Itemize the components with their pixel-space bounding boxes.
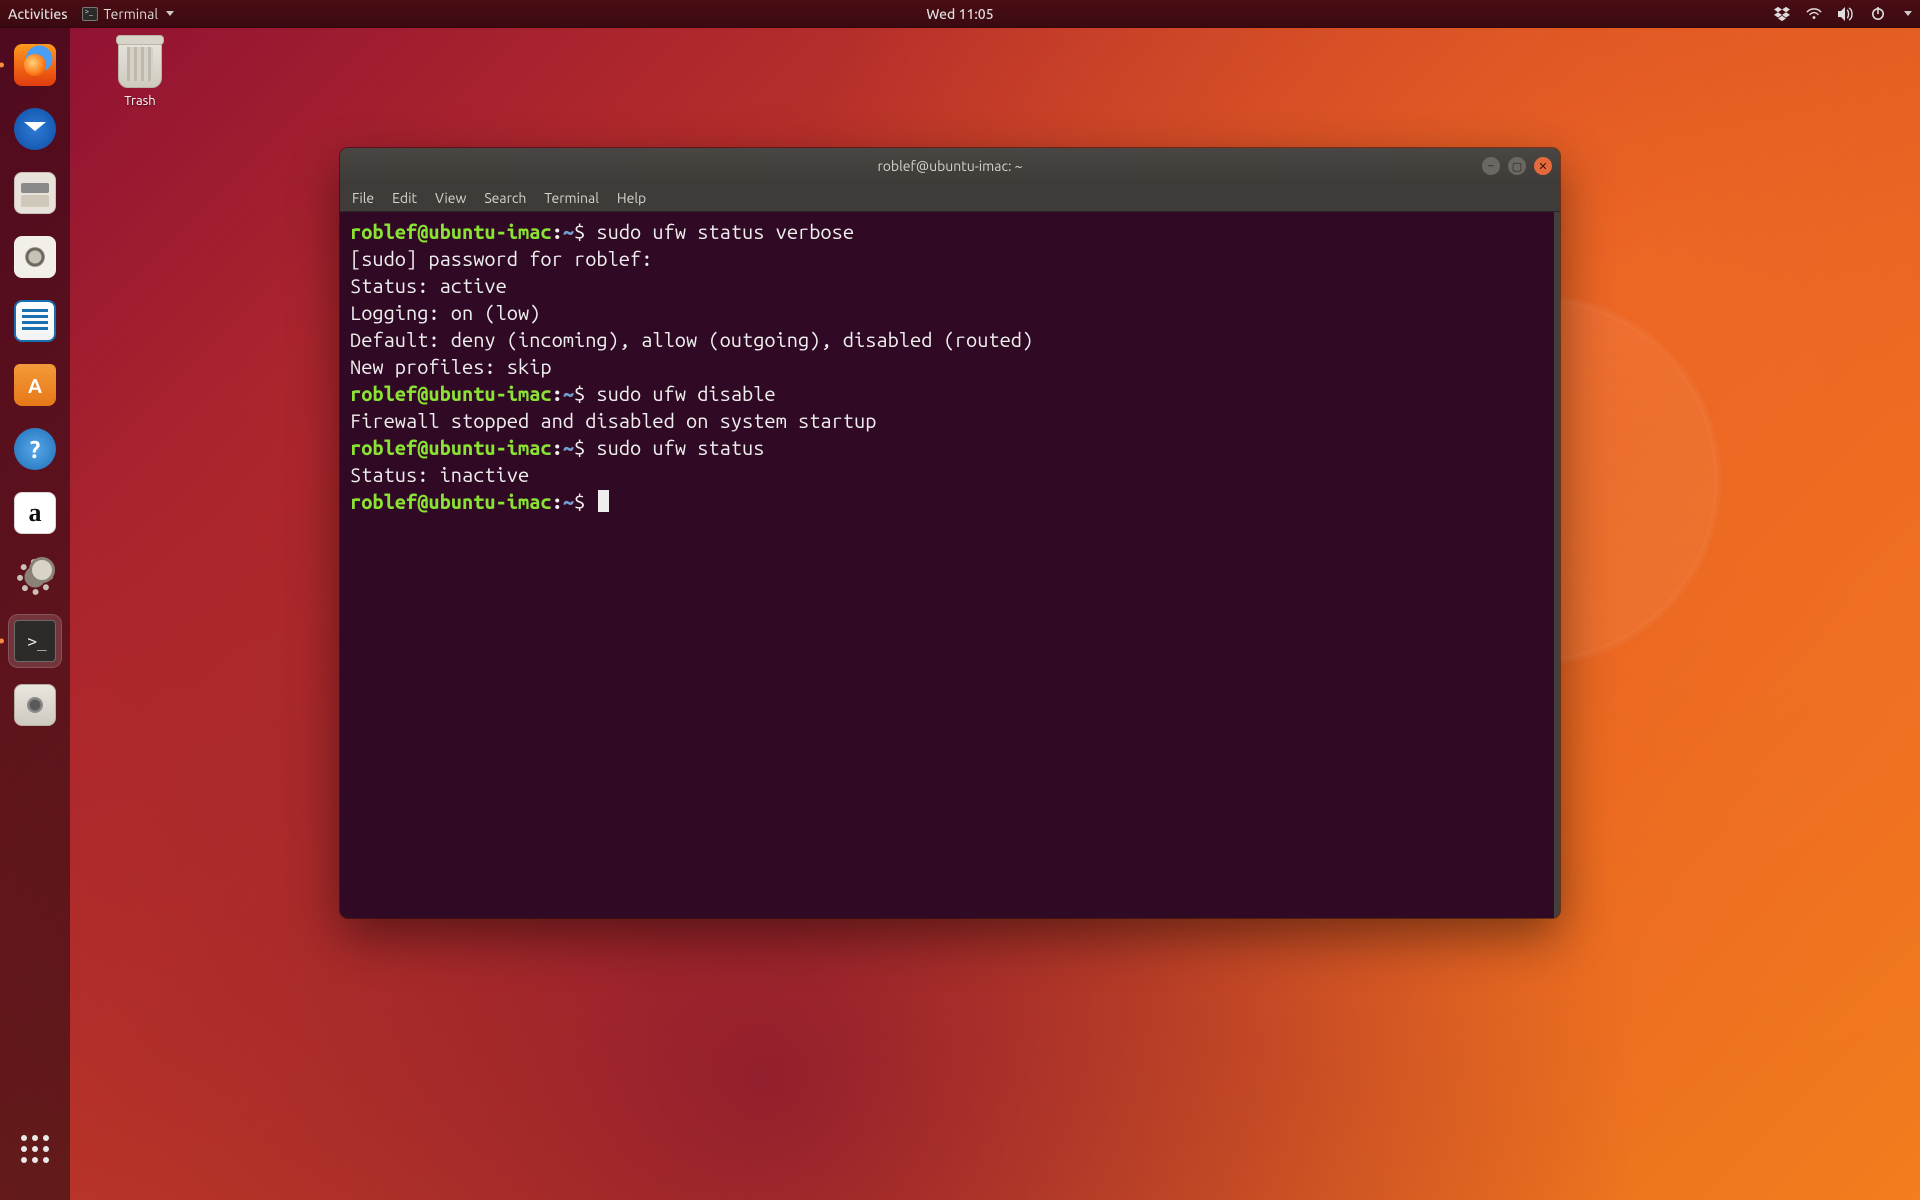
- desktop-icon-label: Trash: [95, 94, 185, 108]
- screenshot-icon: [14, 684, 56, 726]
- activities-button[interactable]: Activities: [8, 6, 68, 22]
- terminal-output-line: Default: deny (incoming), allow (outgoin…: [350, 326, 1544, 353]
- dock-item-libreoffice-writer[interactable]: [8, 294, 62, 348]
- dock: [0, 28, 70, 1200]
- menu-edit[interactable]: Edit: [392, 190, 417, 206]
- app-menu-label: Terminal: [104, 6, 159, 22]
- terminal-prompt-line: roblef@ubuntu-imac:~$: [350, 488, 1544, 515]
- volume-icon[interactable]: [1838, 6, 1854, 22]
- window-minimize-button[interactable]: –: [1482, 157, 1500, 175]
- dock-item-firefox[interactable]: [8, 38, 62, 92]
- menu-help[interactable]: Help: [617, 190, 646, 206]
- show-applications-button[interactable]: [8, 1122, 62, 1176]
- terminal-output-line: Firewall stopped and disabled on system …: [350, 407, 1544, 434]
- menu-view[interactable]: View: [435, 190, 466, 206]
- power-icon[interactable]: [1870, 6, 1886, 22]
- terminal-icon: [82, 7, 98, 21]
- dropbox-icon[interactable]: [1774, 6, 1790, 22]
- dock-item-help[interactable]: [8, 422, 62, 476]
- app-menu[interactable]: Terminal: [82, 6, 175, 22]
- dock-item-ubuntu-software[interactable]: [8, 358, 62, 412]
- files-icon: [14, 172, 56, 214]
- terminal-cursor: [598, 490, 609, 512]
- software-icon: [14, 364, 56, 406]
- menu-terminal[interactable]: Terminal: [544, 190, 599, 206]
- dock-item-screenshot[interactable]: [8, 678, 62, 732]
- menu-search[interactable]: Search: [484, 190, 526, 206]
- top-panel: Activities Terminal Wed 11:05: [0, 0, 1920, 28]
- menu-bar: File Edit View Search Terminal Help: [340, 184, 1560, 212]
- amazon-icon: [14, 492, 56, 534]
- help-icon: [14, 428, 56, 470]
- thunderbird-icon: [14, 108, 56, 150]
- terminal-body[interactable]: roblef@ubuntu-imac:~$ sudo ufw status ve…: [340, 212, 1560, 918]
- terminal-output-line: Status: inactive: [350, 461, 1544, 488]
- network-icon[interactable]: [1806, 6, 1822, 22]
- dock-item-amazon[interactable]: [8, 486, 62, 540]
- window-titlebar[interactable]: roblef@ubuntu-imac: ~ – ▢ ✕: [340, 148, 1560, 184]
- menu-file[interactable]: File: [352, 190, 374, 206]
- terminal-prompt-line: roblef@ubuntu-imac:~$ sudo ufw status ve…: [350, 218, 1544, 245]
- desktop-icon-trash[interactable]: Trash: [95, 40, 185, 108]
- terminal-output-line: New profiles: skip: [350, 353, 1544, 380]
- rhythmbox-icon: [14, 236, 56, 278]
- trash-icon: [118, 40, 162, 88]
- terminal-output-line: Status: active: [350, 272, 1544, 299]
- dock-item-thunderbird[interactable]: [8, 102, 62, 156]
- terminal-prompt-line: roblef@ubuntu-imac:~$ sudo ufw status: [350, 434, 1544, 461]
- clock[interactable]: Wed 11:05: [926, 6, 993, 22]
- dock-item-terminal[interactable]: [8, 614, 62, 668]
- window-maximize-button[interactable]: ▢: [1508, 157, 1526, 175]
- terminal-output-line: [sudo] password for roblef:: [350, 245, 1544, 272]
- terminal-window: roblef@ubuntu-imac: ~ – ▢ ✕ File Edit Vi…: [340, 148, 1560, 918]
- window-close-button[interactable]: ✕: [1534, 157, 1552, 175]
- window-title: roblef@ubuntu-imac: ~: [877, 158, 1022, 174]
- chevron-down-icon: [1904, 11, 1912, 16]
- dock-item-rhythmbox[interactable]: [8, 230, 62, 284]
- chevron-down-icon: [166, 11, 174, 16]
- dock-item-files[interactable]: [8, 166, 62, 220]
- terminal-prompt-line: roblef@ubuntu-imac:~$ sudo ufw disable: [350, 380, 1544, 407]
- system-status-area[interactable]: [1774, 6, 1912, 22]
- dock-item-settings[interactable]: [8, 550, 62, 604]
- terminal-icon: [14, 620, 56, 662]
- terminal-output-line: Logging: on (low): [350, 299, 1544, 326]
- writer-icon: [14, 300, 56, 342]
- settings-icon: [13, 555, 57, 599]
- firefox-icon: [14, 44, 56, 86]
